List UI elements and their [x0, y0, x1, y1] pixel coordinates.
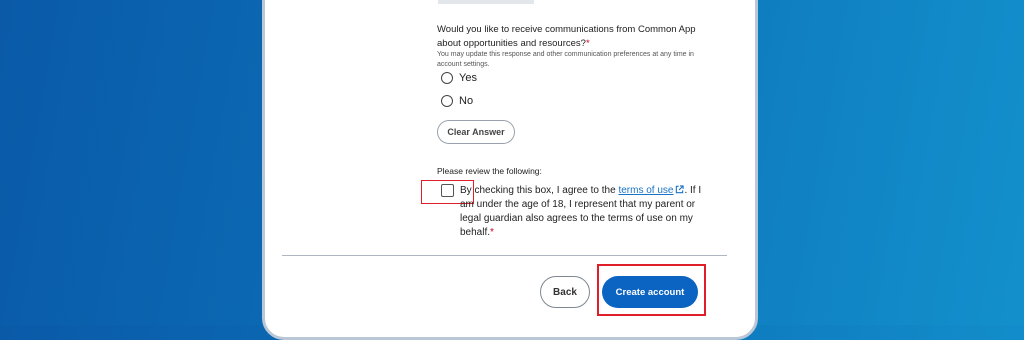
communications-question: Would you like to receive communications…	[437, 24, 696, 49]
required-mark: *	[585, 38, 590, 49]
radio-button-no[interactable]	[441, 95, 453, 107]
clear-answer-button[interactable]: Clear Answer	[437, 120, 515, 144]
review-label: Please review the following:	[437, 166, 542, 176]
radio-button-yes[interactable]	[441, 72, 453, 84]
terms-of-use-link[interactable]: terms of use	[618, 185, 673, 196]
radio-label-no: No	[459, 95, 474, 107]
terms-required-mark: *	[490, 227, 494, 238]
terms-text: By checking this box, I agree to the ter…	[460, 185, 702, 238]
back-button[interactable]: Back	[540, 276, 590, 308]
communications-hint: You may update this response and other c…	[437, 51, 694, 68]
create-account-highlight-box	[597, 264, 706, 316]
radio-option-yes[interactable]: Yes	[441, 72, 477, 84]
footer-divider	[282, 255, 727, 256]
card-top-tab	[438, 0, 534, 4]
radio-label-yes: Yes	[459, 72, 477, 84]
radio-option-no[interactable]: No	[441, 95, 473, 107]
